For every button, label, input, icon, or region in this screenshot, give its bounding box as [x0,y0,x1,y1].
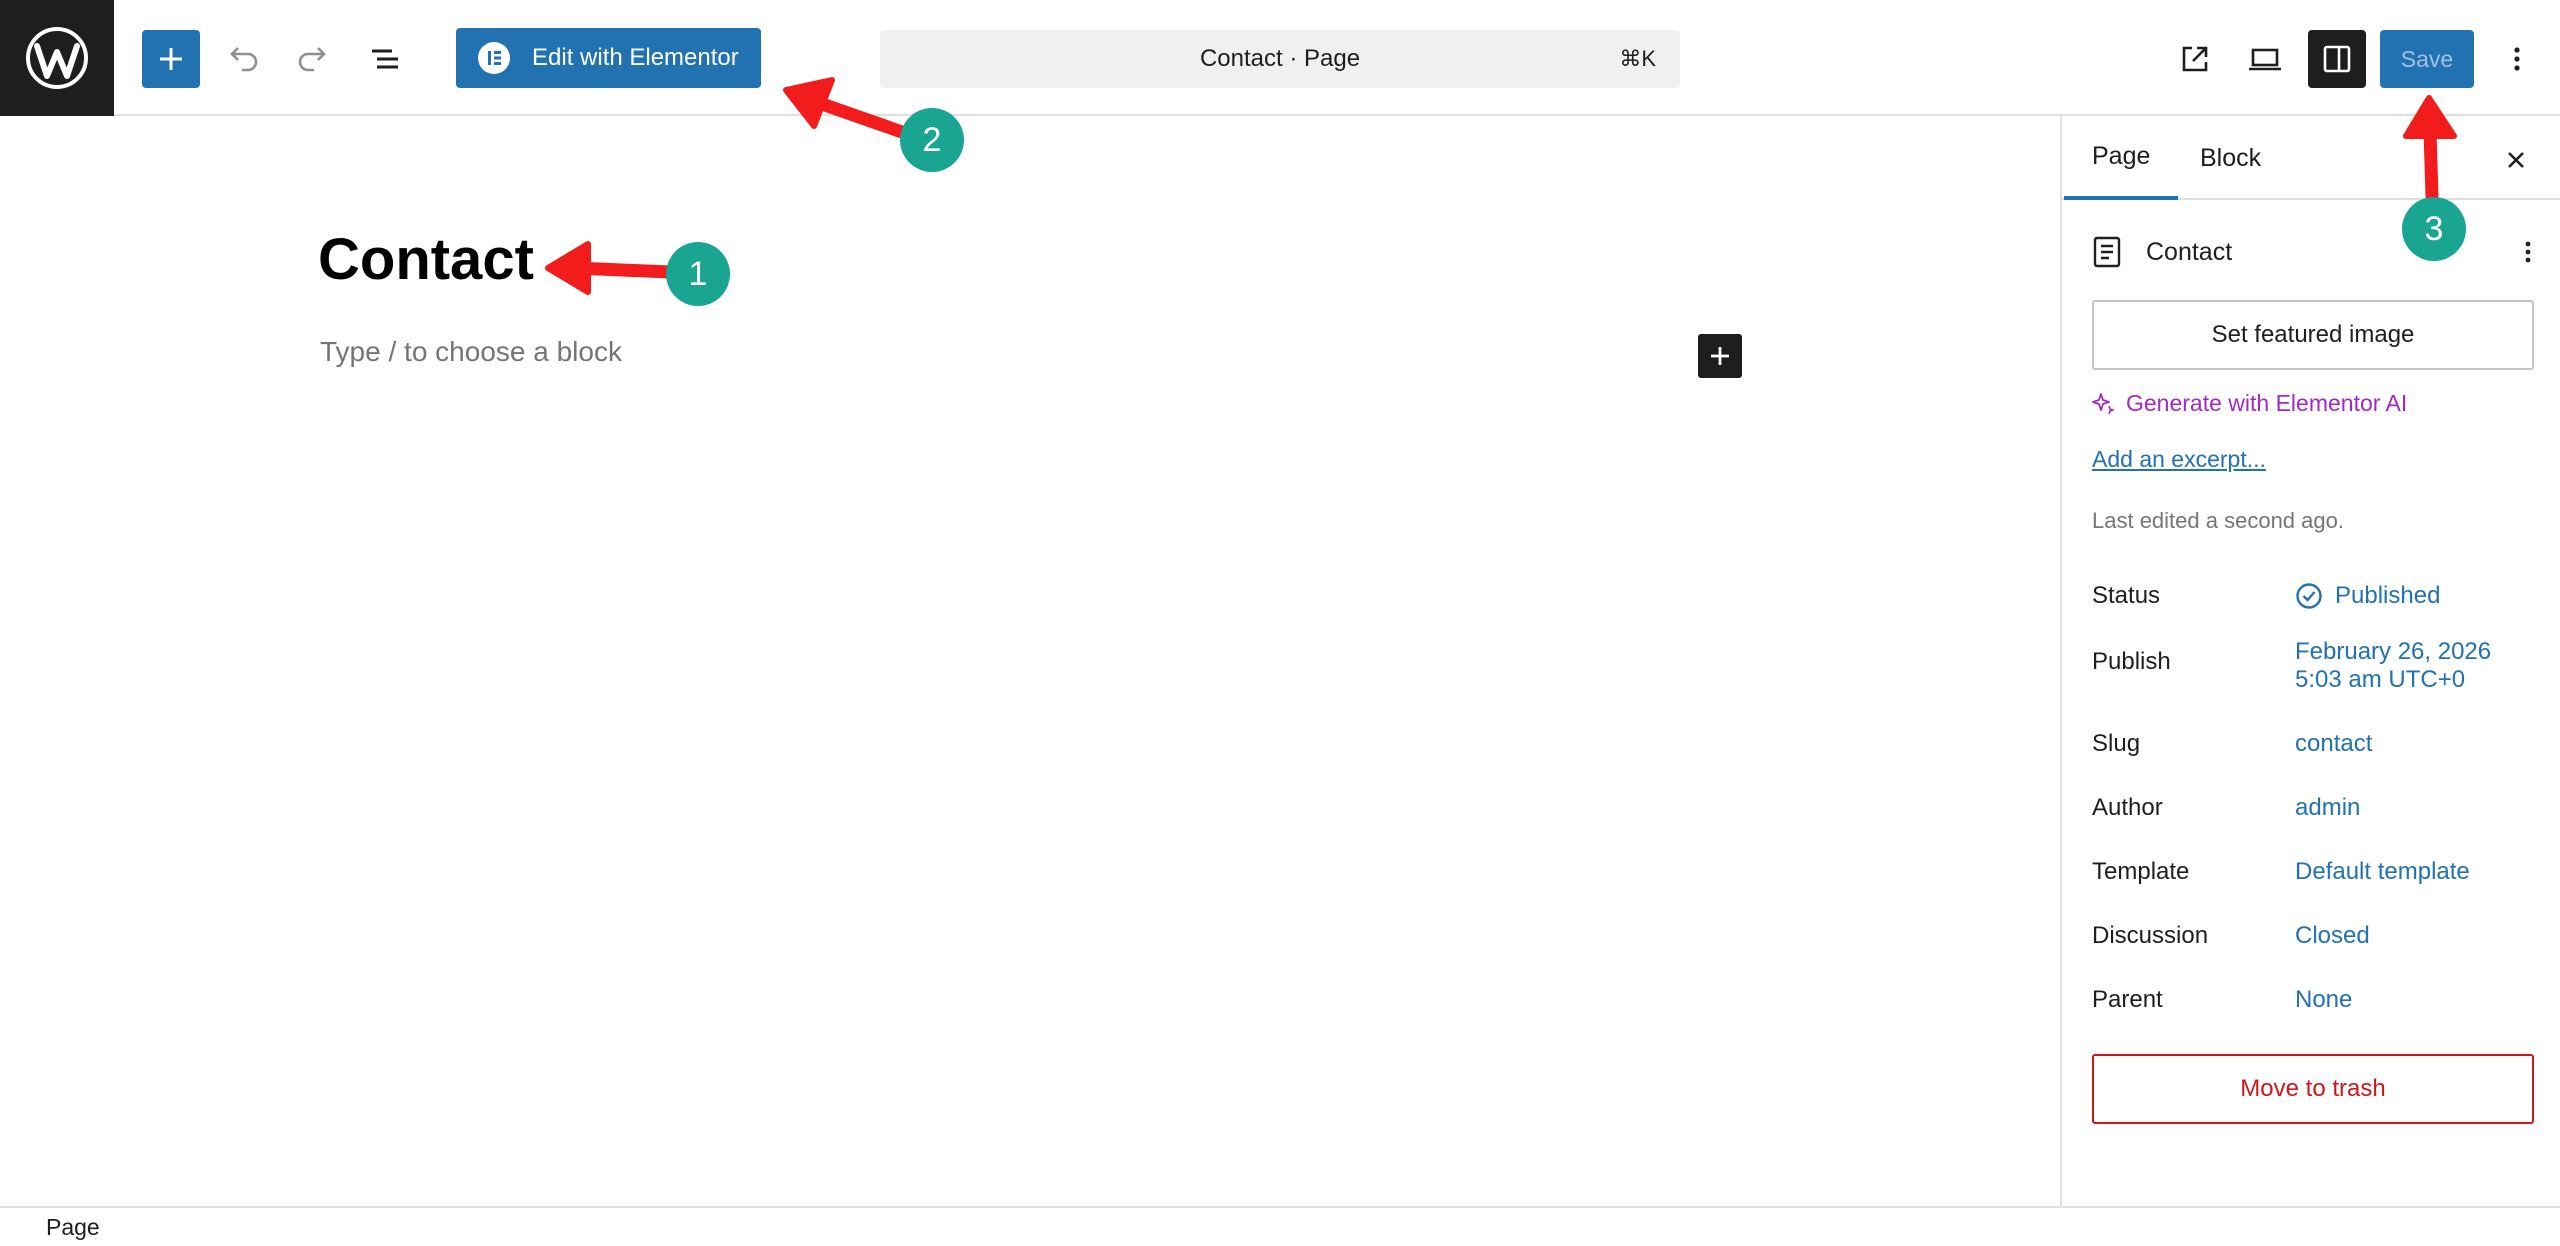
publish-date-toggle[interactable]: February 26, 2026 5:03 am UTC+0 [2295,638,2491,694]
editor-header: Edit with Elementor Contact · Page ⌘K Sa… [0,0,2560,116]
wordpress-logo-button[interactable] [0,0,114,116]
plus-icon [160,48,182,70]
undo-icon [230,47,258,72]
block-breadcrumb-footer: Page [0,1206,2560,1246]
add-excerpt-link[interactable]: Add an excerpt... [2092,446,2266,473]
close-icon [2508,152,2524,168]
device-preview-button[interactable] [2236,30,2294,88]
generate-excerpt-ai-link[interactable]: Generate with Elementor AI [2092,386,2407,420]
sidebar-document-title: Contact [2146,237,2233,266]
status-toggle[interactable]: Published [2295,582,2440,610]
template-value[interactable]: Default template [2295,858,2470,886]
undo-button[interactable] [214,30,272,88]
annotation-step-1-badge: 1 [666,242,730,306]
slug-label: Slug [2092,730,2141,757]
edit-with-elementor-label: Edit with Elementor [532,44,739,71]
author-value[interactable]: admin [2295,794,2360,822]
page-icon [2093,236,2121,268]
author-label: Author [2092,794,2163,821]
close-sidebar-button[interactable] [2490,134,2542,186]
annotation-step-2-badge: 2 [900,108,964,172]
status-label: Status [2092,582,2161,609]
document-title: Contact · Page [1199,45,1361,72]
generate-ai-label: Generate with Elementor AI [2126,389,2408,416]
command-palette-bar[interactable]: Contact · Page ⌘K [880,30,1680,88]
redo-icon [298,47,326,72]
command-shortcut: ⌘K [1619,46,1656,71]
sidebar-icon [2323,45,2351,73]
discussion-label: Discussion [2092,922,2209,949]
settings-sidebar-toggle[interactable] [2308,30,2366,88]
last-edited-text: Last edited a second ago. [2092,508,2344,533]
move-to-trash-button[interactable]: Move to trash [2092,1054,2534,1124]
annotation-step-3-badge: 3 [2402,197,2466,261]
status-value: Published [2335,582,2441,609]
view-page-button[interactable] [2166,30,2224,88]
document-summary: Contact [2092,230,2532,274]
options-menu-button[interactable] [2488,30,2546,88]
tab-block[interactable]: Block [2172,116,2289,200]
publish-time: 5:03 am UTC+0 [2295,666,2466,693]
document-actions-button[interactable] [2506,230,2550,274]
redo-button[interactable] [284,30,342,88]
publish-label: Publish [2092,648,2171,675]
published-check-icon [2296,583,2322,609]
edit-with-elementor-button[interactable]: Edit with Elementor [456,28,761,88]
wordpress-logo-icon [26,27,88,89]
tab-page[interactable]: Page [2064,116,2179,200]
breadcrumb-item[interactable]: Page [46,1214,100,1241]
list-view-icon [372,49,398,69]
external-link-icon [2182,46,2208,72]
more-vertical-icon [2514,47,2520,71]
post-title[interactable]: Contact [318,226,534,293]
save-button[interactable]: Save [2380,30,2474,88]
editor-canvas: Contact Type / to choose a block [0,116,2060,1206]
slug-value[interactable]: contact [2295,730,2372,758]
document-overview-button[interactable] [356,30,414,88]
template-label: Template [2092,858,2190,885]
plus-icon [1711,347,1729,365]
discussion-value[interactable]: Closed [2295,922,2370,950]
settings-sidebar: Page Block Contact Set featured image Ge… [2060,116,2560,1206]
sparkle-icon [2092,393,2114,414]
publish-date: February 26, 2026 [2295,638,2492,665]
parent-value[interactable]: None [2295,986,2352,1014]
more-vertical-icon [2525,241,2531,263]
inline-block-inserter-button[interactable] [1698,334,1742,378]
parent-label: Parent [2092,986,2163,1013]
set-featured-image-button[interactable]: Set featured image [2092,300,2534,370]
elementor-icon [478,42,510,74]
block-inserter-toggle[interactable] [142,30,200,88]
desktop-icon [2249,48,2281,71]
default-block-appender[interactable]: Type / to choose a block [320,336,622,368]
sidebar-tabs: Page Block [2062,116,2560,200]
